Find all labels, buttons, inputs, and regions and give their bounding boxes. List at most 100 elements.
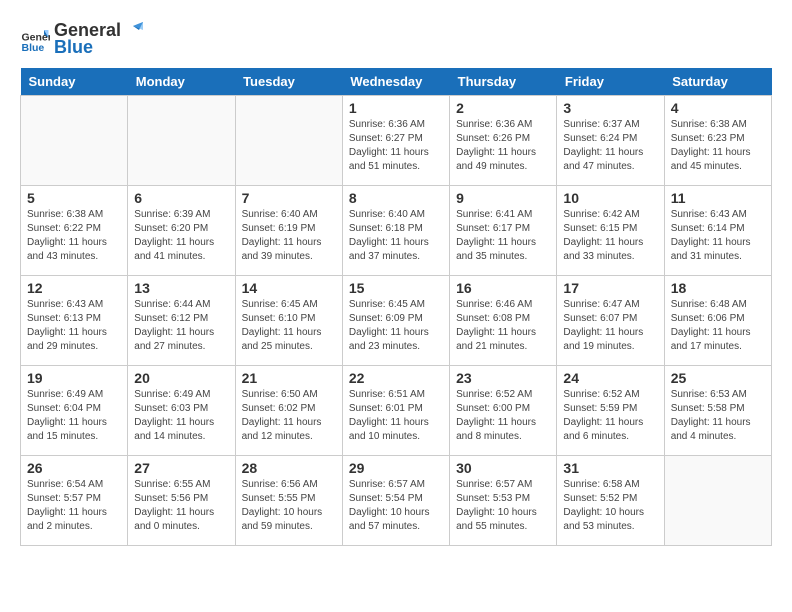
logo: General Blue General Blue [20,20,145,58]
header-saturday: Saturday [664,68,771,96]
day-number: 12 [27,280,121,296]
day-info: Sunrise: 6:46 AM Sunset: 6:08 PM Dayligh… [456,298,550,354]
day-number: 5 [27,190,121,206]
day-info: Sunrise: 6:36 AM Sunset: 6:26 PM Dayligh… [456,118,550,174]
day-number: 3 [563,100,657,116]
day-number: 6 [134,190,228,206]
calendar-cell: 28 Sunrise: 6:56 AM Sunset: 5:55 PM Dayli… [235,456,342,546]
day-info: Sunrise: 6:51 AM Sunset: 6:01 PM Dayligh… [349,388,443,444]
logo-bird-icon [123,22,145,40]
day-number: 15 [349,280,443,296]
calendar-cell: 30 Sunrise: 6:57 AM Sunset: 5:53 PM Dayli… [450,456,557,546]
day-number: 18 [671,280,765,296]
day-info: Sunrise: 6:38 AM Sunset: 6:22 PM Dayligh… [27,208,121,264]
calendar-cell: 13 Sunrise: 6:44 AM Sunset: 6:12 PM Dayli… [128,276,235,366]
day-info: Sunrise: 6:58 AM Sunset: 5:52 PM Dayligh… [563,478,657,534]
day-info: Sunrise: 6:57 AM Sunset: 5:53 PM Dayligh… [456,478,550,534]
day-number: 31 [563,460,657,476]
day-number: 28 [242,460,336,476]
day-number: 17 [563,280,657,296]
week-row-1: 1 Sunrise: 6:36 AM Sunset: 6:27 PM Daylig… [21,96,772,186]
day-number: 4 [671,100,765,116]
day-number: 7 [242,190,336,206]
header-wednesday: Wednesday [342,68,449,96]
calendar-cell: 11 Sunrise: 6:43 AM Sunset: 6:14 PM Dayli… [664,186,771,276]
day-number: 22 [349,370,443,386]
calendar-cell: 27Sunrise: 6:55 AM Sunset: 5:56 PM Dayli… [128,456,235,546]
day-number: 2 [456,100,550,116]
day-info: Sunrise: 6:36 AM Sunset: 6:27 PM Dayligh… [349,118,443,174]
day-info: Sunrise: 6:52 AM Sunset: 6:00 PM Dayligh… [456,388,550,444]
day-number: 1 [349,100,443,116]
day-info: Sunrise: 6:45 AM Sunset: 6:10 PM Dayligh… [242,298,336,354]
day-number: 19 [27,370,121,386]
day-info: Sunrise: 6:53 AM Sunset: 5:58 PM Dayligh… [671,388,765,444]
day-info: Sunrise: 6:44 AM Sunset: 6:12 PM Dayligh… [134,298,228,354]
day-number: 27 [134,460,228,476]
calendar-cell: 18 Sunrise: 6:48 AM Sunset: 6:06 PM Dayli… [664,276,771,366]
calendar-cell [21,96,128,186]
calendar-cell: 14 Sunrise: 6:45 AM Sunset: 6:10 PM Dayli… [235,276,342,366]
day-number: 14 [242,280,336,296]
day-info: Sunrise: 6:43 AM Sunset: 6:13 PM Dayligh… [27,298,121,354]
week-row-4: 19 Sunrise: 6:49 AM Sunset: 6:04 PM Dayli… [21,366,772,456]
header-monday: Monday [128,68,235,96]
calendar-cell: 29Sunrise: 6:57 AM Sunset: 5:54 PM Dayli… [342,456,449,546]
day-info: Sunrise: 6:50 AM Sunset: 6:02 PM Dayligh… [242,388,336,444]
calendar-cell: 24 Sunrise: 6:52 AM Sunset: 5:59 PM Dayli… [557,366,664,456]
day-number: 13 [134,280,228,296]
week-row-5: 26Sunrise: 6:54 AM Sunset: 5:57 PM Dayli… [21,456,772,546]
calendar-cell: 15 Sunrise: 6:45 AM Sunset: 6:09 PM Dayli… [342,276,449,366]
day-info: Sunrise: 6:56 AM Sunset: 5:55 PM Dayligh… [242,478,336,534]
day-info: Sunrise: 6:40 AM Sunset: 6:19 PM Dayligh… [242,208,336,264]
calendar-table: SundayMondayTuesdayWednesdayThursdayFrid… [20,68,772,546]
calendar-cell: 21 Sunrise: 6:50 AM Sunset: 6:02 PM Dayli… [235,366,342,456]
day-number: 9 [456,190,550,206]
day-number: 11 [671,190,765,206]
day-info: Sunrise: 6:49 AM Sunset: 6:03 PM Dayligh… [134,388,228,444]
calendar-cell: 22 Sunrise: 6:51 AM Sunset: 6:01 PM Dayli… [342,366,449,456]
header-row: SundayMondayTuesdayWednesdayThursdayFrid… [21,68,772,96]
header-sunday: Sunday [21,68,128,96]
calendar-cell: 17Sunrise: 6:47 AM Sunset: 6:07 PM Dayli… [557,276,664,366]
calendar-cell [235,96,342,186]
calendar-cell: 25 Sunrise: 6:53 AM Sunset: 5:58 PM Dayli… [664,366,771,456]
day-number: 25 [671,370,765,386]
calendar-cell: 7 Sunrise: 6:40 AM Sunset: 6:19 PM Daylig… [235,186,342,276]
calendar-cell [128,96,235,186]
calendar-cell: 31 Sunrise: 6:58 AM Sunset: 5:52 PM Dayli… [557,456,664,546]
calendar-cell: 5 Sunrise: 6:38 AM Sunset: 6:22 PM Daylig… [21,186,128,276]
day-info: Sunrise: 6:37 AM Sunset: 6:24 PM Dayligh… [563,118,657,174]
header-tuesday: Tuesday [235,68,342,96]
calendar-cell: 20Sunrise: 6:49 AM Sunset: 6:03 PM Dayli… [128,366,235,456]
calendar-cell: 3 Sunrise: 6:37 AM Sunset: 6:24 PM Daylig… [557,96,664,186]
day-number: 30 [456,460,550,476]
day-info: Sunrise: 6:41 AM Sunset: 6:17 PM Dayligh… [456,208,550,264]
day-number: 21 [242,370,336,386]
calendar-cell: 6 Sunrise: 6:39 AM Sunset: 6:20 PM Daylig… [128,186,235,276]
calendar-cell: 4Sunrise: 6:38 AM Sunset: 6:23 PM Daylig… [664,96,771,186]
day-info: Sunrise: 6:54 AM Sunset: 5:57 PM Dayligh… [27,478,121,534]
week-row-3: 12 Sunrise: 6:43 AM Sunset: 6:13 PM Dayli… [21,276,772,366]
day-number: 24 [563,370,657,386]
calendar-cell: 10 Sunrise: 6:42 AM Sunset: 6:15 PM Dayli… [557,186,664,276]
day-info: Sunrise: 6:39 AM Sunset: 6:20 PM Dayligh… [134,208,228,264]
day-info: Sunrise: 6:42 AM Sunset: 6:15 PM Dayligh… [563,208,657,264]
day-number: 10 [563,190,657,206]
week-row-2: 5 Sunrise: 6:38 AM Sunset: 6:22 PM Daylig… [21,186,772,276]
day-info: Sunrise: 6:45 AM Sunset: 6:09 PM Dayligh… [349,298,443,354]
calendar-cell: 19 Sunrise: 6:49 AM Sunset: 6:04 PM Dayli… [21,366,128,456]
calendar-cell: 8Sunrise: 6:40 AM Sunset: 6:18 PM Daylig… [342,186,449,276]
day-number: 8 [349,190,443,206]
calendar-cell: 26Sunrise: 6:54 AM Sunset: 5:57 PM Dayli… [21,456,128,546]
day-number: 16 [456,280,550,296]
day-number: 23 [456,370,550,386]
header: General Blue General Blue [20,20,772,58]
day-info: Sunrise: 6:48 AM Sunset: 6:06 PM Dayligh… [671,298,765,354]
calendar-cell: 16 Sunrise: 6:46 AM Sunset: 6:08 PM Dayli… [450,276,557,366]
day-info: Sunrise: 6:52 AM Sunset: 5:59 PM Dayligh… [563,388,657,444]
calendar-cell: 9 Sunrise: 6:41 AM Sunset: 6:17 PM Daylig… [450,186,557,276]
logo-icon: General Blue [20,24,50,54]
day-info: Sunrise: 6:49 AM Sunset: 6:04 PM Dayligh… [27,388,121,444]
day-info: Sunrise: 6:43 AM Sunset: 6:14 PM Dayligh… [671,208,765,264]
